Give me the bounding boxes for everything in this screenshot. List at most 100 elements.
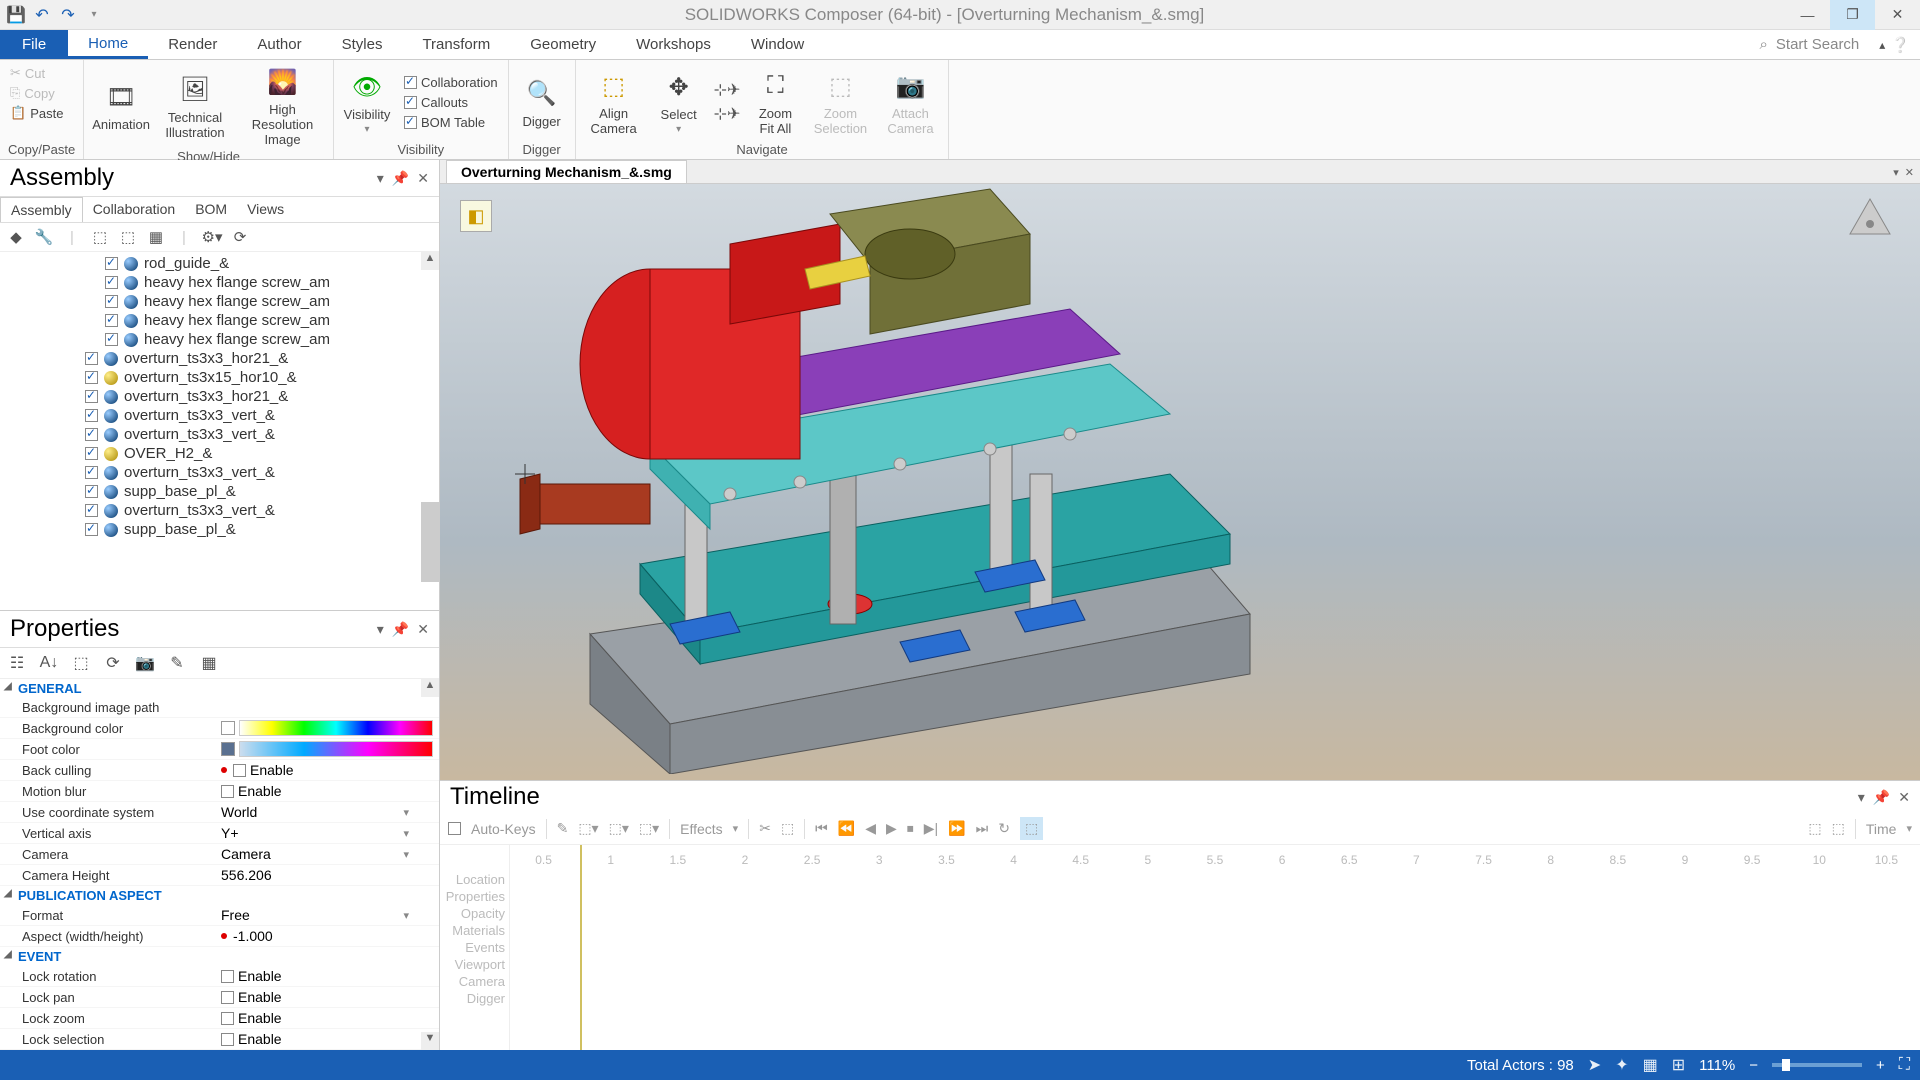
tool-icon[interactable]: ⚙▾ xyxy=(202,227,222,247)
prev-frame-icon[interactable]: ◀ xyxy=(865,820,876,837)
close-panel-icon[interactable]: ✕ xyxy=(417,170,429,187)
zoom-fit-all-button[interactable]: ⛶Zoom Fit All xyxy=(750,68,800,136)
tool-icon[interactable]: ✎ xyxy=(557,820,569,837)
animation-button[interactable]: 🎞Animation xyxy=(92,79,150,132)
tool-icon[interactable]: ◆ xyxy=(6,227,26,247)
technical-illustration-button[interactable]: 🖼Technical Illustration xyxy=(160,72,230,140)
assembly-tree[interactable]: ▲ rod_guide_&heavy hex flange screw_amhe… xyxy=(0,252,439,610)
attach-camera-button[interactable]: 📷Attach Camera xyxy=(880,68,940,136)
close-button[interactable]: ✕ xyxy=(1875,0,1920,30)
checkbox-icon[interactable] xyxy=(85,371,98,384)
bom-table-toggle[interactable]: BOM Table xyxy=(402,114,500,131)
checkbox-icon[interactable] xyxy=(221,1012,234,1025)
chevron-down-icon[interactable]: ▾ xyxy=(403,848,409,861)
checkbox-icon[interactable] xyxy=(105,257,118,270)
tree-item[interactable]: heavy hex flange screw_am xyxy=(0,311,439,330)
checkbox-icon[interactable] xyxy=(221,970,234,983)
tool-icon[interactable]: ⬚▾ xyxy=(578,820,598,837)
pin-icon[interactable]: 📌 xyxy=(1873,789,1890,806)
tab-workshops[interactable]: Workshops xyxy=(616,30,731,59)
fit-icon[interactable]: ⛶ xyxy=(1899,1056,1910,1074)
tab-menu-icon[interactable]: ▾ xyxy=(1893,166,1899,179)
select-button[interactable]: ✥Select▾ xyxy=(654,69,704,135)
tree-item[interactable]: heavy hex flange screw_am xyxy=(0,330,439,349)
checkbox-icon[interactable] xyxy=(85,390,98,403)
tree-item[interactable]: heavy hex flange screw_am xyxy=(0,292,439,311)
checkbox-icon[interactable] xyxy=(233,764,246,777)
zoom-slider[interactable] xyxy=(1772,1063,1862,1067)
checkbox-icon[interactable] xyxy=(221,991,234,1004)
prop-row[interactable]: Lock zoomEnable xyxy=(0,1008,439,1029)
last-frame-icon[interactable]: ⏭ xyxy=(976,820,989,837)
tab-home[interactable]: Home xyxy=(68,30,148,59)
prop-row[interactable]: Motion blurEnable xyxy=(0,781,439,802)
pin-icon[interactable]: 📌 xyxy=(392,170,409,187)
view-triad[interactable] xyxy=(1840,194,1900,254)
chevron-down-icon[interactable]: ▾ xyxy=(403,806,409,819)
prop-row[interactable]: Back cullingEnable xyxy=(0,760,439,781)
tool-icon[interactable]: ⬚ xyxy=(1808,820,1821,837)
paste-button[interactable]: 📋Paste xyxy=(8,104,65,122)
prop-row[interactable]: CameraCamera▾ xyxy=(0,844,439,865)
3d-viewport[interactable]: ◧ xyxy=(440,184,1920,780)
align-camera-button[interactable]: ⬚Align Camera xyxy=(584,68,644,136)
tree-item[interactable]: rod_guide_& xyxy=(0,254,439,273)
active-mode-icon[interactable]: ⬚ xyxy=(1020,817,1043,840)
panel-menu-icon[interactable]: ▾ xyxy=(1858,789,1865,806)
zoom-selection-button[interactable]: ⬚Zoom Selection xyxy=(810,68,870,136)
tool-icon[interactable]: ⟳ xyxy=(230,227,250,247)
document-tab[interactable]: Overturning Mechanism_&.smg xyxy=(446,160,687,183)
redo-icon[interactable]: ↷ xyxy=(58,5,78,25)
play-icon[interactable]: ▶ xyxy=(886,820,897,837)
prop-row[interactable]: Foot color xyxy=(0,739,439,760)
tab-geometry[interactable]: Geometry xyxy=(510,30,616,59)
pin-icon[interactable]: 📌 xyxy=(392,621,409,638)
cursor-mode-icon[interactable]: ➤ xyxy=(1588,1055,1601,1075)
chevron-down-icon[interactable]: ▾ xyxy=(733,822,739,835)
prop-row[interactable]: Vertical axisY+▾ xyxy=(0,823,439,844)
checkbox-icon[interactable] xyxy=(105,276,118,289)
zoom-out-button[interactable]: − xyxy=(1749,1057,1758,1074)
tool-icon[interactable]: ⬚▾ xyxy=(639,820,659,837)
tab-window[interactable]: Window xyxy=(731,30,824,59)
chevron-down-icon[interactable]: ▾ xyxy=(403,909,409,922)
cut-button[interactable]: ✂Cut xyxy=(8,64,47,82)
prop-row[interactable]: Background color xyxy=(0,718,439,739)
subtab-views[interactable]: Views xyxy=(237,197,294,222)
status-icon[interactable]: ⊞ xyxy=(1672,1055,1685,1075)
checkbox-icon[interactable] xyxy=(85,485,98,498)
checkbox-icon[interactable] xyxy=(85,466,98,479)
panel-menu-icon[interactable]: ▾ xyxy=(377,621,384,638)
section-publication[interactable]: PUBLICATION ASPECT xyxy=(0,886,439,905)
nav-icon[interactable]: ⊹✈ xyxy=(714,104,741,124)
prop-row[interactable]: Lock panEnable xyxy=(0,987,439,1008)
nav-icon[interactable]: ⊹✈ xyxy=(714,80,741,100)
help-icon[interactable]: ❔ xyxy=(1891,36,1910,54)
tool-icon[interactable]: ✂ xyxy=(759,820,771,837)
subtab-bom[interactable]: BOM xyxy=(185,197,237,222)
tree-item[interactable]: OVER_H2_& xyxy=(0,444,439,463)
checkbox-icon[interactable] xyxy=(85,352,98,365)
first-frame-icon[interactable]: ⏮ xyxy=(815,820,828,837)
section-general[interactable]: GENERAL xyxy=(0,679,439,698)
tool-icon[interactable]: ⬚ xyxy=(90,227,110,247)
tree-item[interactable]: overturn_ts3x3_vert_& xyxy=(0,463,439,482)
tool-icon[interactable]: ⬚ xyxy=(1832,820,1845,837)
tool-icon[interactable]: ⬚ xyxy=(781,820,794,837)
tool-icon[interactable]: ⬚ xyxy=(70,652,92,674)
file-tab[interactable]: File xyxy=(0,30,68,59)
next-key-icon[interactable]: ⏩ xyxy=(948,820,965,837)
status-icon[interactable]: ▦ xyxy=(1643,1055,1658,1075)
playhead[interactable] xyxy=(580,845,582,1050)
undo-icon[interactable]: ↶ xyxy=(32,5,52,25)
panel-menu-icon[interactable]: ▾ xyxy=(377,170,384,187)
prop-row[interactable]: Lock rotationEnable xyxy=(0,966,439,987)
tool-icon[interactable]: ☷ xyxy=(6,652,28,674)
prev-key-icon[interactable]: ⏪ xyxy=(838,820,855,837)
prop-row[interactable]: Camera Height556.206 xyxy=(0,865,439,886)
timeline-body[interactable]: LocationPropertiesOpacityMaterialsEvents… xyxy=(440,845,1920,1050)
autokeys-checkbox[interactable] xyxy=(448,822,461,835)
scroll-down-icon[interactable]: ▼ xyxy=(421,1032,439,1050)
high-resolution-button[interactable]: 🌄High Resolution Image xyxy=(240,64,325,147)
digger-button[interactable]: 🔍Digger xyxy=(517,76,567,129)
